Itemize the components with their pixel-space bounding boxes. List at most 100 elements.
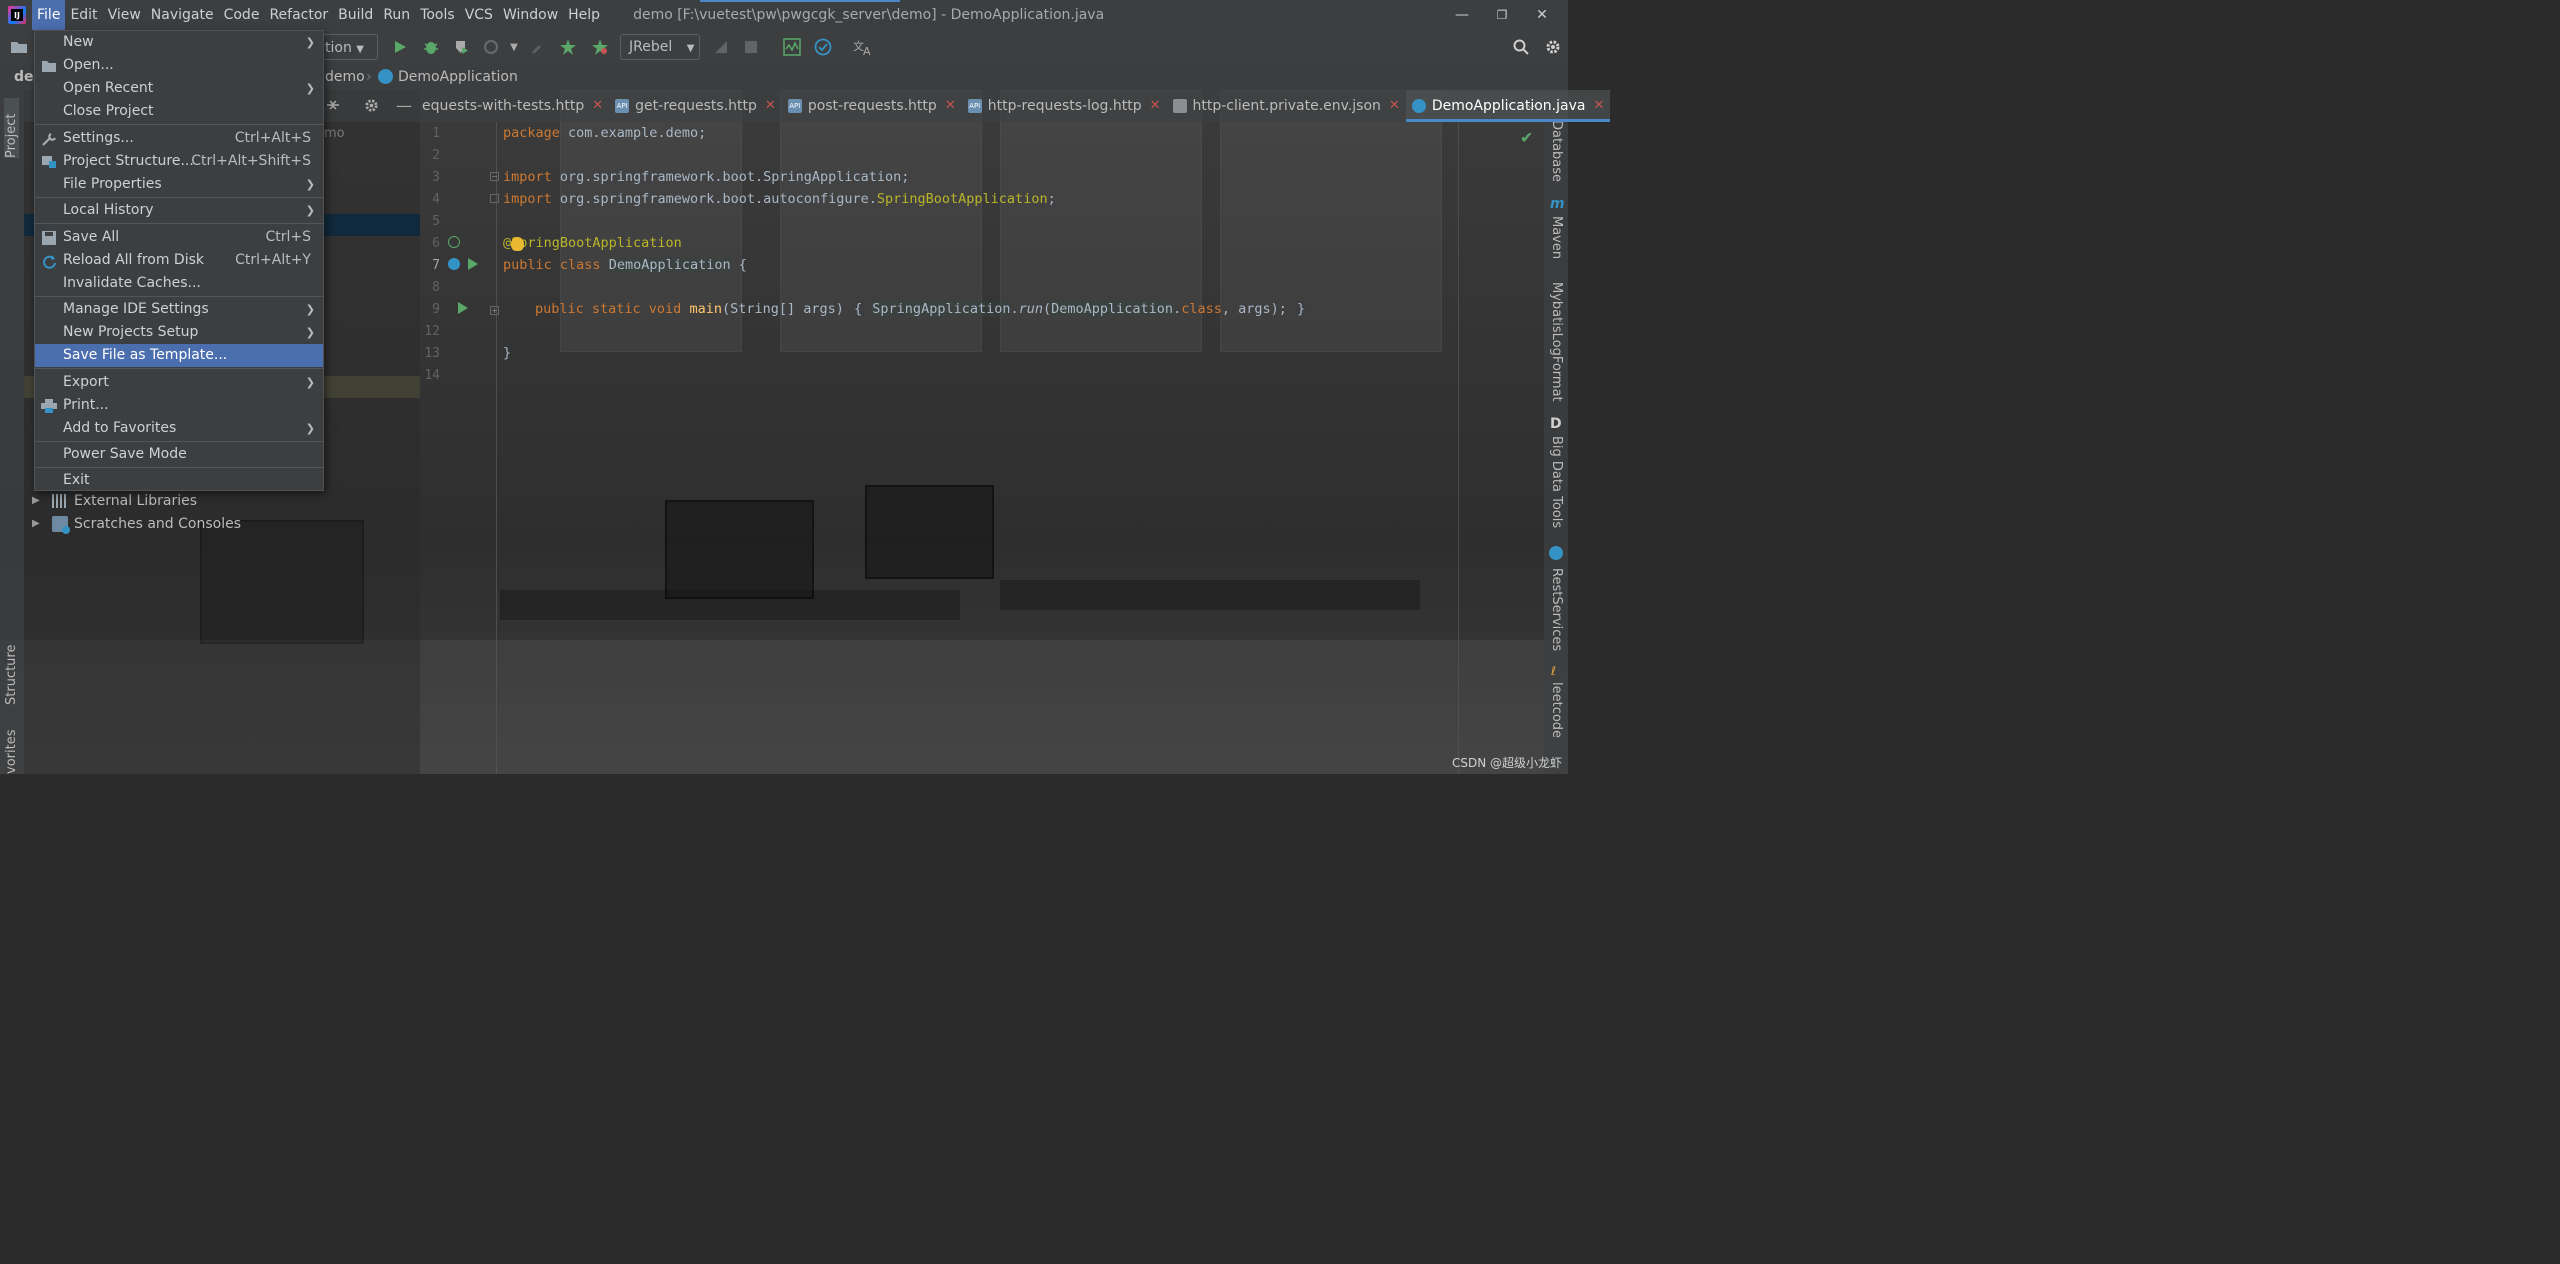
jrebel-select[interactable]: JRebel ▼ <box>620 34 700 60</box>
jrebel-run-icon[interactable] <box>557 36 579 58</box>
menu-item-reload-all[interactable]: Reload All from Disk Ctrl+Alt+Y <box>35 249 323 272</box>
close-tab-icon[interactable]: ✕ <box>945 90 956 122</box>
update-running-app-icon[interactable] <box>710 36 732 58</box>
structure-tool-button[interactable]: Structure <box>4 635 19 705</box>
close-tab-icon[interactable]: ✕ <box>765 90 776 122</box>
run-class-gutter-icon[interactable] <box>468 258 478 274</box>
fold-marker-icon[interactable]: − <box>490 172 499 181</box>
menu-item-power-save-mode[interactable]: Power Save Mode <box>35 443 323 466</box>
tab-http-client-env[interactable]: http-client.private.env.json ✕ <box>1167 90 1406 122</box>
more-run-options-icon[interactable]: ▼ <box>503 36 525 58</box>
menu-edit[interactable]: Edit <box>65 0 102 30</box>
jrebel-debug-icon[interactable] <box>589 36 611 58</box>
menu-item-open-recent[interactable]: Open Recent ❯ <box>35 77 323 100</box>
mybatis-log-format-tool-button[interactable]: MybatisLogFormat <box>1549 282 1564 402</box>
panel-gear-icon[interactable] <box>364 98 379 117</box>
menu-code[interactable]: Code <box>219 0 265 30</box>
run-icon[interactable] <box>389 36 411 58</box>
menu-item-print[interactable]: Print... <box>35 394 323 417</box>
hide-panel-icon[interactable]: — <box>396 96 412 115</box>
translate-icon[interactable]: 文A <box>852 36 874 58</box>
close-tab-icon[interactable]: ✕ <box>1150 90 1161 122</box>
tree-item-scratches[interactable]: ▶ Scratches and Consoles <box>32 513 241 535</box>
run-configuration-select[interactable]: tion ▼ <box>323 34 378 60</box>
breadcrumb-module[interactable]: demo <box>325 69 365 85</box>
profiler-icon[interactable] <box>480 36 502 58</box>
favorites-tool-button[interactable]: vorites <box>4 730 19 774</box>
menu-item-close-project[interactable]: Close Project <box>35 100 323 123</box>
database-tool-button[interactable]: Database <box>1549 120 1564 182</box>
tabs-overflow-chevron-icon[interactable]: ⌵ <box>1527 98 1536 113</box>
close-tab-icon[interactable]: ✕ <box>592 90 603 122</box>
menu-item-save-file-as-template[interactable]: Save File as Template... <box>35 344 323 367</box>
menu-item-project-structure[interactable]: Project Structure... Ctrl+Alt+Shift+S <box>35 150 323 173</box>
build-hammer-icon[interactable] <box>527 36 549 58</box>
menu-item-file-properties[interactable]: File Properties ❯ <box>35 173 323 196</box>
debug-icon[interactable] <box>420 36 442 58</box>
fold-marker-icon[interactable]: + <box>490 306 499 315</box>
code-line-6[interactable]: @SpringBootApplication <box>503 235 682 251</box>
spring-class-gutter-icon[interactable] <box>448 258 460 270</box>
code-line-7[interactable]: public class DemoApplication { <box>503 257 747 273</box>
menu-item-manage-ide-settings[interactable]: Manage IDE Settings ❯ <box>35 298 323 321</box>
tab-post-requests[interactable]: API post-requests.http ✕ <box>782 90 962 122</box>
menu-run[interactable]: Run <box>378 0 415 30</box>
chevron-right-icon[interactable]: ▶ <box>32 513 46 535</box>
no-problems-check-icon[interactable]: ✔ <box>1520 128 1533 147</box>
search-icon[interactable] <box>1510 36 1532 58</box>
close-window-button[interactable]: ✕ <box>1522 0 1562 30</box>
big-data-tools-button[interactable]: Big Data Tools <box>1549 436 1564 528</box>
code-line-4[interactable]: import org.springframework.boot.autoconf… <box>503 191 1056 207</box>
menu-vcs[interactable]: VCS <box>460 0 498 30</box>
code-line-3[interactable]: import org.springframework.boot.SpringAp… <box>503 169 909 185</box>
menu-item-settings[interactable]: Settings... Ctrl+Alt+S <box>35 127 323 150</box>
tab-get-requests[interactable]: API get-requests.http ✕ <box>609 90 782 122</box>
tree-item-external-libraries[interactable]: ▶ External Libraries <box>32 490 197 512</box>
code-line-13[interactable]: } <box>503 345 511 361</box>
run-with-coverage-icon[interactable] <box>450 36 472 58</box>
menu-item-open[interactable]: Open... <box>35 54 323 77</box>
run-main-gutter-icon[interactable] <box>458 302 468 318</box>
menu-refactor[interactable]: Refactor <box>264 0 333 30</box>
rest-services-tool-button[interactable]: RestServices <box>1549 568 1564 651</box>
menu-item-export[interactable]: Export ❯ <box>35 371 323 394</box>
menu-item-new-projects-setup[interactable]: New Projects Setup ❯ <box>35 321 323 344</box>
menu-window[interactable]: Window <box>498 0 563 30</box>
menu-tools[interactable]: Tools <box>415 0 460 30</box>
menu-build[interactable]: Build <box>333 0 378 30</box>
menu-item-exit[interactable]: Exit <box>35 469 323 492</box>
minimize-button[interactable]: — <box>1442 0 1482 30</box>
tab-demo-application[interactable]: DemoApplication.java ✕ <box>1405 90 1611 122</box>
menu-file[interactable]: File <box>32 0 66 30</box>
lightbulb-icon[interactable] <box>511 237 524 251</box>
spring-bean-gutter-icon[interactable] <box>448 236 460 248</box>
leetcode-tool-button[interactable]: leetcode <box>1549 682 1564 738</box>
breadcrumb-file[interactable]: DemoApplication <box>398 69 518 85</box>
menu-item-save-all[interactable]: Save All Ctrl+S <box>35 226 323 249</box>
menu-navigate[interactable]: Navigate <box>146 0 219 30</box>
code-line-9[interactable]: public static void main(String[] args) {… <box>535 301 1308 317</box>
menu-item-new[interactable]: New ❯ <box>35 31 323 54</box>
collapse-all-icon[interactable] <box>326 98 340 116</box>
close-tab-icon[interactable]: ✕ <box>1593 90 1604 122</box>
open-folder-icon[interactable] <box>8 36 30 58</box>
menu-help[interactable]: Help <box>563 0 605 30</box>
project-tool-button[interactable]: Project <box>4 98 19 158</box>
menu-item-local-history[interactable]: Local History ❯ <box>35 199 323 222</box>
maven-tool-button[interactable]: Maven <box>1549 216 1564 259</box>
close-tab-icon[interactable]: ✕ <box>1389 90 1400 122</box>
tab-requests-with-tests[interactable]: equests-with-tests.http ✕ <box>420 90 609 122</box>
menu-view[interactable]: View <box>103 0 146 30</box>
stop-icon[interactable] <box>740 36 762 58</box>
menu-item-invalidate-caches[interactable]: Invalidate Caches... <box>35 272 323 295</box>
fold-marker-icon[interactable] <box>490 194 499 203</box>
menu-item-add-to-favorites[interactable]: Add to Favorites ❯ <box>35 417 323 440</box>
check-circle-icon[interactable] <box>812 36 834 58</box>
settings-gear-icon[interactable] <box>1542 36 1564 58</box>
submenu-arrow-icon: ❯ <box>305 376 315 389</box>
tab-http-requests-log[interactable]: API http-requests-log.http ✕ <box>962 90 1167 122</box>
chevron-right-icon[interactable]: ▶ <box>32 490 46 512</box>
activity-monitor-icon[interactable] <box>781 36 803 58</box>
restore-button[interactable]: ❐ <box>1482 0 1522 30</box>
code-line-1[interactable]: package com.example.demo; <box>503 125 706 141</box>
